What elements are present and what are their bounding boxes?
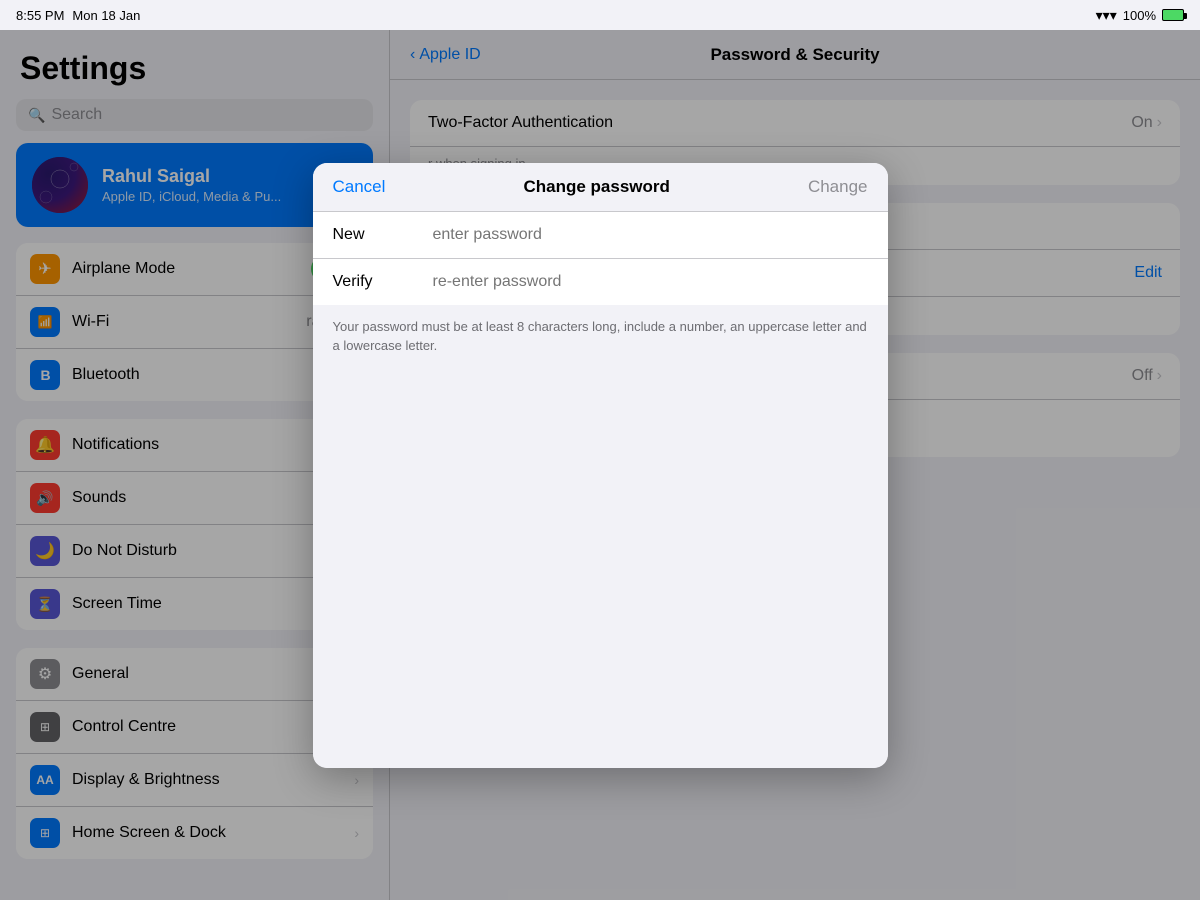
status-bar-right: ▾▾▾ 100% <box>1096 7 1184 24</box>
battery-percent: 100% <box>1123 8 1156 23</box>
battery-icon <box>1162 9 1184 21</box>
verify-password-field: Verify <box>313 259 888 305</box>
wifi-icon: ▾▾▾ <box>1096 7 1117 24</box>
modal-title: Change password <box>523 177 669 197</box>
modal-header: Cancel Change password Change <box>313 163 888 212</box>
change-button[interactable]: Change <box>808 177 868 197</box>
new-label: New <box>333 226 413 244</box>
new-password-input[interactable] <box>433 226 868 244</box>
status-bar: 8:55 PM Mon 18 Jan ▾▾▾ 100% <box>0 0 1200 30</box>
new-password-field: New <box>313 212 888 259</box>
cancel-button[interactable]: Cancel <box>333 177 386 197</box>
verify-password-input[interactable] <box>433 273 868 291</box>
modal-body: New Verify <box>313 212 888 305</box>
change-password-modal: Cancel Change password Change New Verify… <box>313 163 888 768</box>
verify-label: Verify <box>333 273 413 291</box>
time: 8:55 PM <box>16 8 64 23</box>
modal-hint: Your password must be at least 8 charact… <box>313 305 888 368</box>
status-bar-left: 8:55 PM Mon 18 Jan <box>16 8 140 23</box>
modal-spacer <box>313 368 888 768</box>
date: Mon 18 Jan <box>72 8 140 23</box>
modal-overlay: Cancel Change password Change New Verify… <box>0 30 1200 900</box>
